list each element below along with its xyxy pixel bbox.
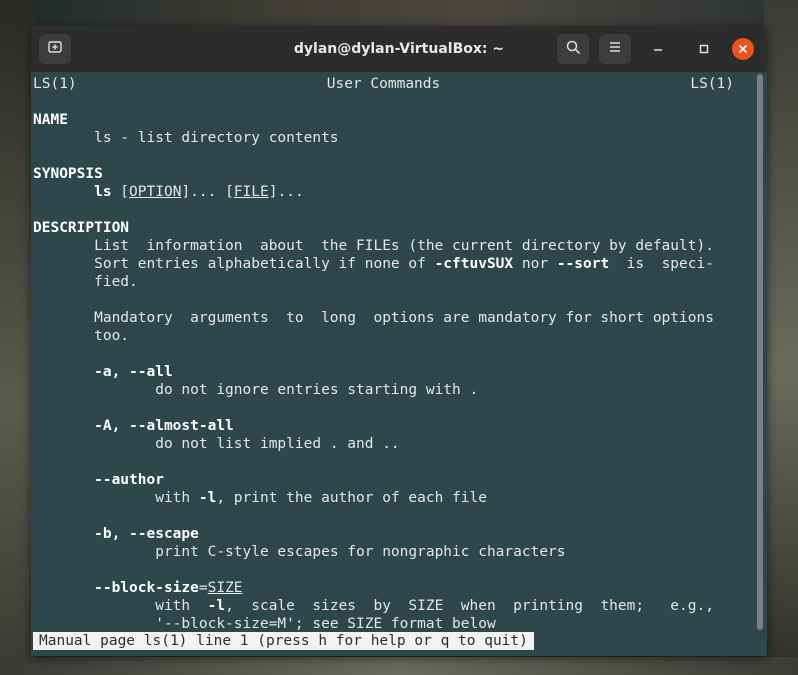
option-escape-desc-text: print C-style escapes for nongraphic cha… — [155, 544, 566, 560]
man-header-right: LS(1) — [690, 76, 734, 92]
option-all-flag: -a, --all — [94, 364, 173, 380]
synopsis-file: FILE — [233, 184, 269, 200]
option-almost-all-desc-text: do not list implied . and .. — [155, 436, 400, 452]
synopsis-option: OPTION — [129, 184, 182, 200]
option-block-size-flag: --block-size — [94, 580, 199, 596]
man-header-center: User Commands — [326, 76, 441, 92]
terminal-area[interactable]: LS(1) User Commands LS(1) NAME ls - list d… — [31, 72, 767, 656]
option-block-size-desc-1a: with — [155, 598, 208, 614]
hamburger-menu-icon — [607, 39, 623, 59]
description-text-2e: is speci- — [609, 256, 714, 272]
wallpaper-right — [764, 0, 798, 675]
man-page-content: LS(1) User Commands LS(1) NAME ls - list d… — [33, 75, 753, 633]
option-author-desc-c: , print the author of each file — [216, 490, 487, 506]
option-all-desc-text: do not ignore entries starting with . — [155, 382, 479, 398]
synopsis-line: ls [OPTION]... [FILE]... — [94, 184, 304, 200]
option-block-size-eq: = — [198, 580, 208, 596]
description-line-1: List information about the FILEs (the cu… — [33, 237, 753, 255]
minimize-icon — [652, 40, 664, 59]
option-block-size-desc-1: with -l, scale sizes by SIZE when printi… — [33, 597, 753, 615]
option-block-size-arg: SIZE — [207, 580, 243, 596]
man-header-left: LS(1) — [33, 76, 77, 92]
terminal-window: dylan@dylan-VirtualBox: ~ LS(1) User Com… — [31, 26, 767, 656]
description-sort-flag: --sort — [556, 256, 610, 272]
description-text-2a: Sort entries alphabetically if none of — [94, 256, 435, 272]
maximize-icon — [698, 40, 710, 59]
minimize-button[interactable] — [647, 38, 669, 60]
name-text: ls - list directory contents — [94, 130, 339, 146]
wallpaper-left — [0, 0, 34, 675]
option-all: -a, --all — [33, 363, 753, 381]
mandatory-line-2: too. — [33, 327, 753, 345]
name-heading: NAME — [33, 112, 68, 128]
new-tab-icon — [47, 39, 63, 59]
option-almost-all-desc: do not list implied . and .. — [33, 435, 753, 453]
option-block-size-desc-flag: -l — [207, 598, 226, 614]
description-heading: DESCRIPTION — [33, 220, 130, 236]
option-block-size-desc-1c: , scale sizes by SIZE when printing them… — [225, 598, 714, 614]
option-almost-all-flag: -A, --almost-all — [94, 418, 234, 434]
option-author-desc-flag: -l — [198, 490, 217, 506]
mandatory-line-1: Mandatory arguments to long options are … — [33, 309, 753, 327]
description-text-3: fied. — [94, 274, 138, 290]
description-text-1: List information about the FILEs (the cu… — [94, 238, 714, 254]
option-block-size-desc-2: '--block-size=M'; see SIZE format below — [33, 615, 753, 633]
scrollbar[interactable] — [757, 74, 763, 630]
man-header: LS(1) User Commands LS(1) — [33, 75, 734, 93]
option-escape: -b, --escape — [33, 525, 753, 543]
maximize-button[interactable] — [693, 38, 715, 60]
option-block-size: --block-size=SIZE — [33, 579, 753, 597]
option-almost-all: -A, --almost-all — [33, 417, 753, 435]
mandatory-text-1: Mandatory arguments to long options are … — [94, 310, 714, 326]
scrollbar-thumb[interactable] — [757, 74, 763, 630]
synopsis-heading: SYNOPSIS — [33, 166, 103, 182]
description-line-3: fied. — [33, 273, 753, 291]
wallpaper-bottom — [0, 657, 798, 675]
close-icon — [737, 40, 749, 59]
close-button[interactable] — [732, 38, 754, 60]
option-author-flag: --author — [94, 472, 164, 488]
search-icon — [565, 39, 581, 59]
name-line: ls - list directory contents — [33, 129, 753, 147]
option-all-desc: do not ignore entries starting with . — [33, 381, 753, 399]
description-text-2c: nor — [513, 256, 557, 272]
option-block-size-desc-2-text: '--block-size=M'; see SIZE format below — [155, 616, 496, 632]
wallpaper-top — [0, 0, 798, 26]
pager-status-bar: Manual page ls(1) line 1 (press h for he… — [33, 632, 534, 650]
menu-button[interactable] — [599, 34, 631, 64]
title-bar[interactable]: dylan@dylan-VirtualBox: ~ — [31, 26, 767, 73]
description-line-2: Sort entries alphabetically if none of -… — [33, 255, 753, 273]
synopsis-command: ls — [94, 184, 112, 200]
option-escape-desc: print C-style escapes for nongraphic cha… — [33, 543, 753, 561]
mandatory-text-2: too. — [94, 328, 130, 344]
option-escape-flag: -b, --escape — [94, 526, 199, 542]
search-button[interactable] — [557, 34, 589, 64]
option-author-desc-a: with — [155, 490, 199, 506]
option-author-desc: with -l, print the author of each file — [33, 489, 753, 507]
description-flags: -cftuvSUX — [434, 256, 514, 272]
option-author: --author — [33, 471, 753, 489]
new-tab-button[interactable] — [39, 34, 71, 64]
